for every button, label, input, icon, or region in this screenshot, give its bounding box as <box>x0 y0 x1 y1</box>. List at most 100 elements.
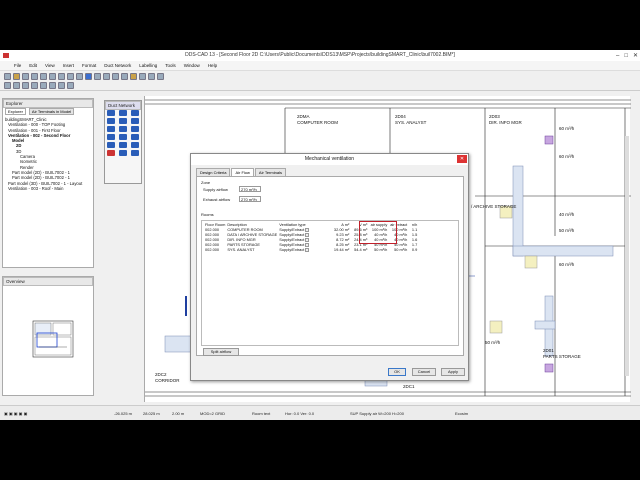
ok-button[interactable]: OK <box>388 368 406 376</box>
zoom-icon[interactable] <box>94 73 101 80</box>
redo-icon[interactable] <box>76 73 83 80</box>
duct-cap-icon[interactable] <box>131 142 139 148</box>
copy-icon[interactable] <box>49 73 56 80</box>
duct-network-toolbox: Duct Network <box>104 100 142 184</box>
airflow-label: 60 m³/h <box>559 262 575 267</box>
apply-button[interactable]: Apply <box>441 368 465 376</box>
open-icon[interactable] <box>13 73 20 80</box>
table-row[interactable]: 002.000 SYS. ANALYST Supply/Extract 19.4… <box>204 247 418 252</box>
room-label: CORRIDOR <box>155 378 180 383</box>
duct-damper-icon[interactable] <box>107 126 115 132</box>
title-bar: DDS-CAD 13 - [Second Floor 2D C:\Users\P… <box>0 50 640 61</box>
tab-explorer[interactable]: Explorer <box>5 108 26 115</box>
status-grid[interactable]: MOD=2 GRID <box>200 411 225 416</box>
duct-fan-icon[interactable] <box>119 126 127 132</box>
room-label: PARTS STORAGE <box>543 354 581 359</box>
room-label: 2D01 <box>543 348 554 353</box>
overview-minimap[interactable] <box>3 285 93 395</box>
cell[interactable]: Supply/Extract <box>278 247 330 252</box>
paste-icon[interactable] <box>58 73 65 80</box>
tree-item[interactable]: Ventilation - 003 - Roof - Main <box>5 186 82 191</box>
cell: 54.4 m³ <box>354 247 368 252</box>
duct-round-icon[interactable] <box>119 118 127 124</box>
calc-icon[interactable] <box>148 73 155 80</box>
menu-tools[interactable]: Tools <box>165 61 176 70</box>
layer-icon[interactable] <box>112 73 119 80</box>
dropdown-arrow-icon[interactable] <box>305 247 310 252</box>
circle-icon[interactable] <box>22 82 29 89</box>
airflow-label: 60 m³/h <box>559 126 575 131</box>
grid-icon[interactable] <box>121 73 128 80</box>
menu-format[interactable]: Format <box>82 61 96 70</box>
overview-panel: Overview <box>2 276 94 396</box>
rooms-label: Rooms <box>201 212 214 217</box>
status-hor: Hor: 0.0 Ver: 0.0 <box>285 411 315 416</box>
tab-air-terminals[interactable]: Air Terminals in Model <box>28 108 75 115</box>
toolbar-row-1 <box>4 73 164 81</box>
menu-help[interactable]: Help <box>208 61 217 70</box>
line-icon[interactable] <box>4 82 11 89</box>
symbol-icon[interactable] <box>49 82 56 89</box>
duct-silencer-icon[interactable] <box>107 142 115 148</box>
app-window: DDS-CAD 13 - [Second Floor 2D C:\Users\P… <box>0 50 640 420</box>
mirror-icon[interactable] <box>58 82 65 89</box>
exhaust-airflow-field[interactable]: 270 m³/h <box>239 196 261 202</box>
vertical-scrollbar[interactable] <box>625 136 629 376</box>
menu-view[interactable]: View <box>45 61 55 70</box>
room-label: 2D04 <box>395 114 406 119</box>
measure-icon[interactable] <box>139 73 146 80</box>
menu-file[interactable]: File <box>14 61 21 70</box>
duct-rect-icon[interactable] <box>131 118 139 124</box>
duct-valve-icon[interactable] <box>119 142 127 148</box>
duct-cooler-icon[interactable] <box>131 134 139 140</box>
duct-calc-icon[interactable] <box>119 150 127 156</box>
view-3d-icon[interactable] <box>157 73 164 80</box>
menu-edit[interactable]: Edit <box>29 61 37 70</box>
zone-label: Zone <box>201 180 211 185</box>
cut-icon[interactable] <box>40 73 47 80</box>
menu-labelling[interactable]: Labelling <box>139 61 157 70</box>
exhaust-airflow-label: Exhaust airflow <box>203 197 231 202</box>
pan-icon[interactable] <box>103 73 110 80</box>
airflow-label: 40 m³/h <box>559 212 575 217</box>
duct-bend-icon[interactable] <box>119 110 127 116</box>
duct-filter-icon[interactable] <box>107 134 115 140</box>
status-y: 28.025 m <box>143 411 160 416</box>
select-icon[interactable] <box>85 73 92 80</box>
menu-duct-network[interactable]: Duct Network <box>104 61 131 70</box>
airflow-label: 50 m³/h <box>485 340 501 345</box>
duct-reducer-icon[interactable] <box>107 118 115 124</box>
menu-window[interactable]: Window <box>184 61 200 70</box>
air-flow-pane: Zone Supply airflow 270 m³/h Exhaust air… <box>196 176 464 356</box>
rotate-icon[interactable] <box>67 82 74 89</box>
duct-heater-icon[interactable] <box>119 134 127 140</box>
rect-icon[interactable] <box>13 82 20 89</box>
save-icon[interactable] <box>22 73 29 80</box>
room-label: 2DC2 <box>155 372 167 377</box>
duct-connect-icon[interactable] <box>107 150 115 156</box>
duct-tee-icon[interactable] <box>131 110 139 116</box>
menu-bar: File Edit View Insert Format Duct Networ… <box>0 61 640 71</box>
cell[interactable]: 50 m³/h <box>368 247 388 252</box>
airflow-highlight-box <box>359 221 397 244</box>
new-icon[interactable] <box>4 73 11 80</box>
room-label: 2DC1 <box>403 384 415 389</box>
print-icon[interactable] <box>31 73 38 80</box>
duct-label-icon[interactable] <box>131 150 139 156</box>
cell: 002.000 <box>205 247 220 252</box>
dimension-icon[interactable] <box>40 82 47 89</box>
menu-insert[interactable]: Insert <box>63 61 74 70</box>
cancel-button[interactable]: Cancel <box>412 368 436 376</box>
supply-airflow-field[interactable]: 270 m³/h <box>239 186 261 192</box>
status-tool-icons: ▣ ▣ ▣ ▣ ▣ <box>4 411 28 416</box>
snap-icon[interactable] <box>130 73 137 80</box>
undo-icon[interactable] <box>67 73 74 80</box>
split-airflow-button[interactable]: Split airflow <box>203 348 239 356</box>
dialog-close-button[interactable]: ✕ <box>457 155 467 163</box>
cell[interactable]: 50 m³/h <box>388 247 408 252</box>
room-label: DIR. INFO MGR <box>489 120 522 125</box>
vent-type-value: Supply/Extract <box>279 247 305 252</box>
text-icon[interactable] <box>31 82 38 89</box>
duct-terminal-icon[interactable] <box>131 126 139 132</box>
duct-straight-icon[interactable] <box>107 110 115 116</box>
